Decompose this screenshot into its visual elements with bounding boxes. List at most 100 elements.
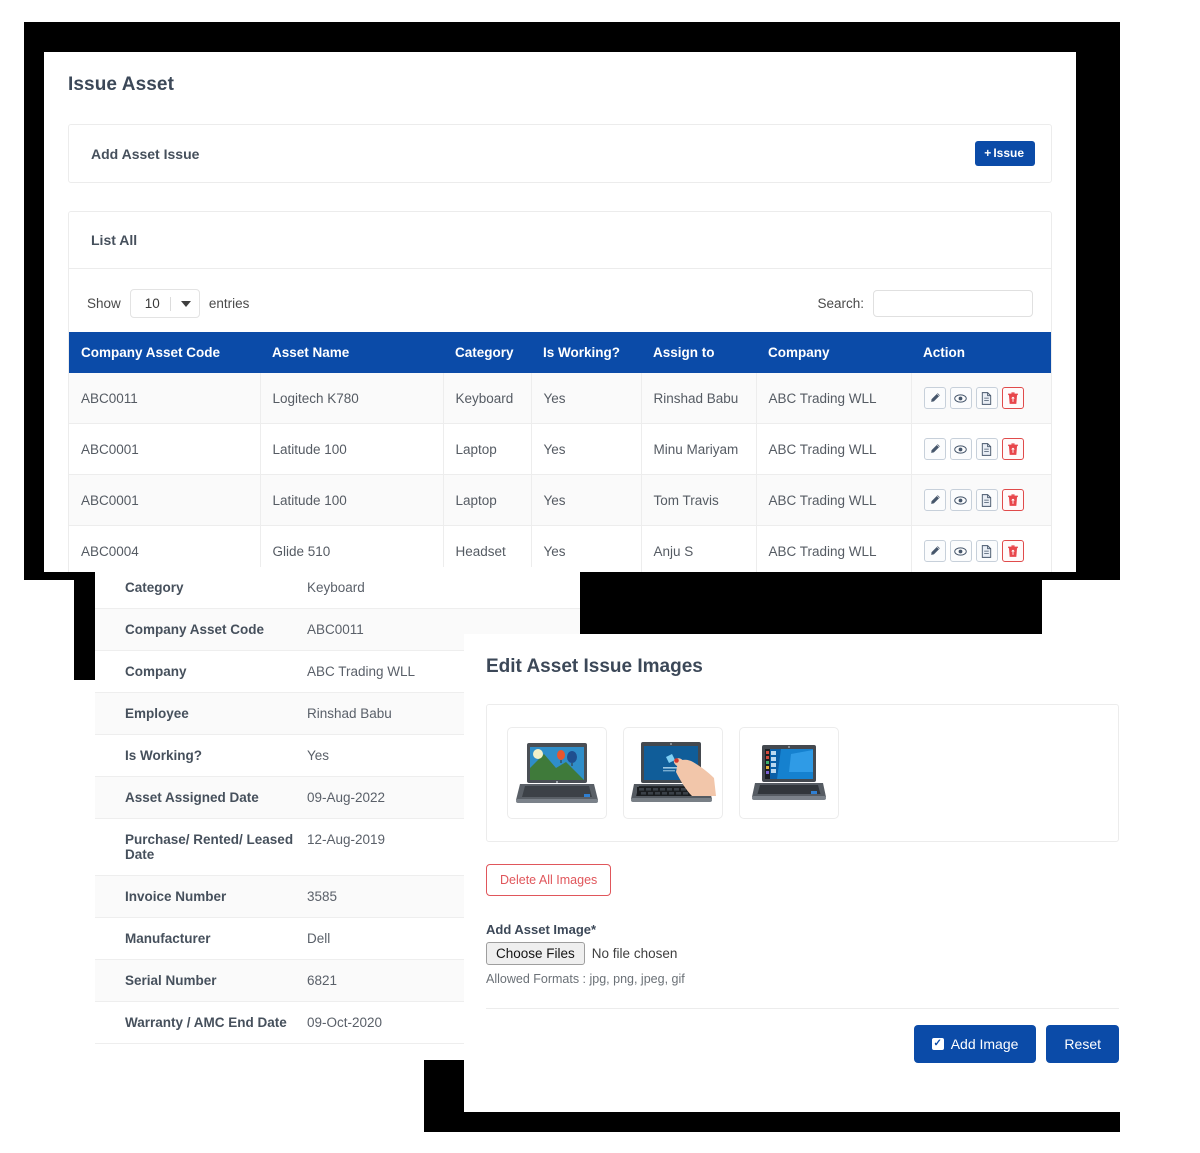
cell-category: Headset bbox=[443, 526, 531, 573]
cell-company: ABC Trading WLL bbox=[756, 475, 911, 526]
cell-assign-to: Rinshad Babu bbox=[641, 373, 756, 424]
laptop-thumbnail-windows-desktop[interactable] bbox=[739, 727, 839, 819]
show-label: Show bbox=[87, 296, 121, 311]
cell-action bbox=[911, 373, 1051, 424]
detail-row: CategoryKeyboard bbox=[95, 567, 580, 609]
view-eye-icon[interactable] bbox=[950, 540, 972, 562]
cell-action bbox=[911, 424, 1051, 475]
file-input-row[interactable]: Choose Files No file chosen bbox=[486, 942, 1119, 965]
document-icon[interactable] bbox=[976, 438, 998, 460]
col-company-asset-code[interactable]: Company Asset Code bbox=[69, 332, 260, 373]
add-image-submit-button[interactable]: ✓ Add Image bbox=[914, 1025, 1037, 1063]
asset-issue-table: Company Asset Code Asset Name Category I… bbox=[69, 332, 1051, 572]
delete-trash-icon[interactable] bbox=[1002, 540, 1024, 562]
cell-assign-to: Anju S bbox=[641, 526, 756, 573]
delete-trash-icon[interactable] bbox=[1002, 489, 1024, 511]
page-title: Issue Asset bbox=[44, 52, 1076, 96]
detail-label: Company bbox=[95, 651, 307, 693]
modal-footer: ✓ Add Image Reset bbox=[486, 1008, 1119, 1063]
edit-pencil-icon[interactable] bbox=[924, 540, 946, 562]
row-actions bbox=[924, 438, 1052, 460]
plus-icon: + bbox=[984, 146, 991, 160]
no-file-chosen-label: No file chosen bbox=[592, 946, 678, 961]
list-all-card-header: List All bbox=[69, 212, 1051, 268]
add-image-label: Add Image bbox=[951, 1036, 1019, 1052]
cell-is-working: Yes bbox=[531, 373, 641, 424]
cell-company: ABC Trading WLL bbox=[756, 373, 911, 424]
detail-label: Serial Number bbox=[95, 960, 307, 1002]
row-actions bbox=[924, 540, 1052, 562]
document-icon[interactable] bbox=[976, 540, 998, 562]
entries-label: entries bbox=[209, 296, 250, 311]
datatable-controls: Show 10 entries Search: bbox=[69, 269, 1051, 332]
document-icon[interactable] bbox=[976, 387, 998, 409]
add-issue-button-label: Issue bbox=[993, 146, 1024, 160]
add-asset-issue-card: Add Asset Issue +Issue bbox=[68, 124, 1052, 183]
chevron-down-icon bbox=[181, 301, 191, 307]
image-thumbnail-strip bbox=[487, 705, 1118, 841]
table-body: ABC0011Logitech K780KeyboardYesRinshad B… bbox=[69, 373, 1051, 572]
modal-lower-section: Delete All Images Add Asset Image* Choos… bbox=[464, 842, 1141, 986]
cell-asset-name: Logitech K780 bbox=[260, 373, 443, 424]
detail-label: Company Asset Code bbox=[95, 609, 307, 651]
laptop-touch-hand-icon bbox=[630, 740, 716, 806]
laptop-windows-desktop-icon bbox=[751, 742, 827, 804]
cell-assign-to: Tom Travis bbox=[641, 475, 756, 526]
edit-pencil-icon[interactable] bbox=[924, 489, 946, 511]
search-control: Search: bbox=[817, 290, 1033, 317]
col-assign-to[interactable]: Assign to bbox=[641, 332, 756, 373]
cell-action bbox=[911, 475, 1051, 526]
detail-value: Keyboard bbox=[307, 567, 580, 609]
detail-label: Manufacturer bbox=[95, 918, 307, 960]
col-company[interactable]: Company bbox=[756, 332, 911, 373]
cell-category: Laptop bbox=[443, 475, 531, 526]
view-eye-icon[interactable] bbox=[950, 387, 972, 409]
laptop-thumbnail-touch-hand[interactable] bbox=[623, 727, 723, 819]
cell-company-asset-code: ABC0001 bbox=[69, 475, 260, 526]
col-asset-name[interactable]: Asset Name bbox=[260, 332, 443, 373]
page-length-control: Show 10 entries bbox=[87, 289, 249, 318]
detail-label: Purchase/ Rented/ Leased Date bbox=[95, 819, 307, 876]
edit-pencil-icon[interactable] bbox=[924, 438, 946, 460]
cell-company-asset-code: ABC0011 bbox=[69, 373, 260, 424]
add-asset-image-label: Add Asset Image* bbox=[486, 922, 1119, 937]
detail-label: Is Working? bbox=[95, 735, 307, 777]
add-asset-issue-heading: Add Asset Issue bbox=[91, 146, 199, 162]
detail-label: Warranty / AMC End Date bbox=[95, 1002, 307, 1044]
row-actions bbox=[924, 387, 1052, 409]
page-length-value: 10 bbox=[145, 296, 160, 311]
cell-company: ABC Trading WLL bbox=[756, 424, 911, 475]
choose-files-button[interactable]: Choose Files bbox=[486, 942, 585, 965]
delete-trash-icon[interactable] bbox=[1002, 438, 1024, 460]
detail-label: Invoice Number bbox=[95, 876, 307, 918]
page-length-select[interactable]: 10 bbox=[130, 289, 200, 318]
delete-trash-icon[interactable] bbox=[1002, 387, 1024, 409]
cell-asset-name: Latitude 100 bbox=[260, 424, 443, 475]
view-eye-icon[interactable] bbox=[950, 489, 972, 511]
list-all-card: List All Show 10 entries Search: bbox=[68, 211, 1052, 572]
detail-label: Employee bbox=[95, 693, 307, 735]
detail-label: Category bbox=[95, 567, 307, 609]
table-header-row: Company Asset Code Asset Name Category I… bbox=[69, 332, 1051, 373]
cell-is-working: Yes bbox=[531, 526, 641, 573]
col-is-working[interactable]: Is Working? bbox=[531, 332, 641, 373]
laptop-thumbnail-balloons[interactable] bbox=[507, 727, 607, 819]
issue-asset-list-panel: Issue Asset Add Asset Issue +Issue List … bbox=[44, 52, 1076, 572]
delete-all-images-button[interactable]: Delete All Images bbox=[486, 864, 611, 896]
document-icon[interactable] bbox=[976, 489, 998, 511]
search-input[interactable] bbox=[873, 290, 1033, 317]
view-eye-icon[interactable] bbox=[950, 438, 972, 460]
reset-button[interactable]: Reset bbox=[1046, 1025, 1119, 1063]
col-category[interactable]: Category bbox=[443, 332, 531, 373]
table-row: ABC0001Latitude 100LaptopYesMinu Mariyam… bbox=[69, 424, 1051, 475]
screenshot-stage: Issue Asset Add Asset Issue +Issue List … bbox=[0, 0, 1200, 1153]
edit-pencil-icon[interactable] bbox=[924, 387, 946, 409]
col-action: Action bbox=[911, 332, 1051, 373]
list-all-heading: List All bbox=[91, 232, 137, 248]
modal-title: Edit Asset Issue Images bbox=[464, 634, 1141, 678]
add-issue-button[interactable]: +Issue bbox=[975, 141, 1035, 166]
add-asset-issue-card-header: Add Asset Issue +Issue bbox=[69, 125, 1051, 182]
row-actions bbox=[924, 489, 1052, 511]
cell-company: ABC Trading WLL bbox=[756, 526, 911, 573]
select-divider bbox=[170, 297, 171, 311]
